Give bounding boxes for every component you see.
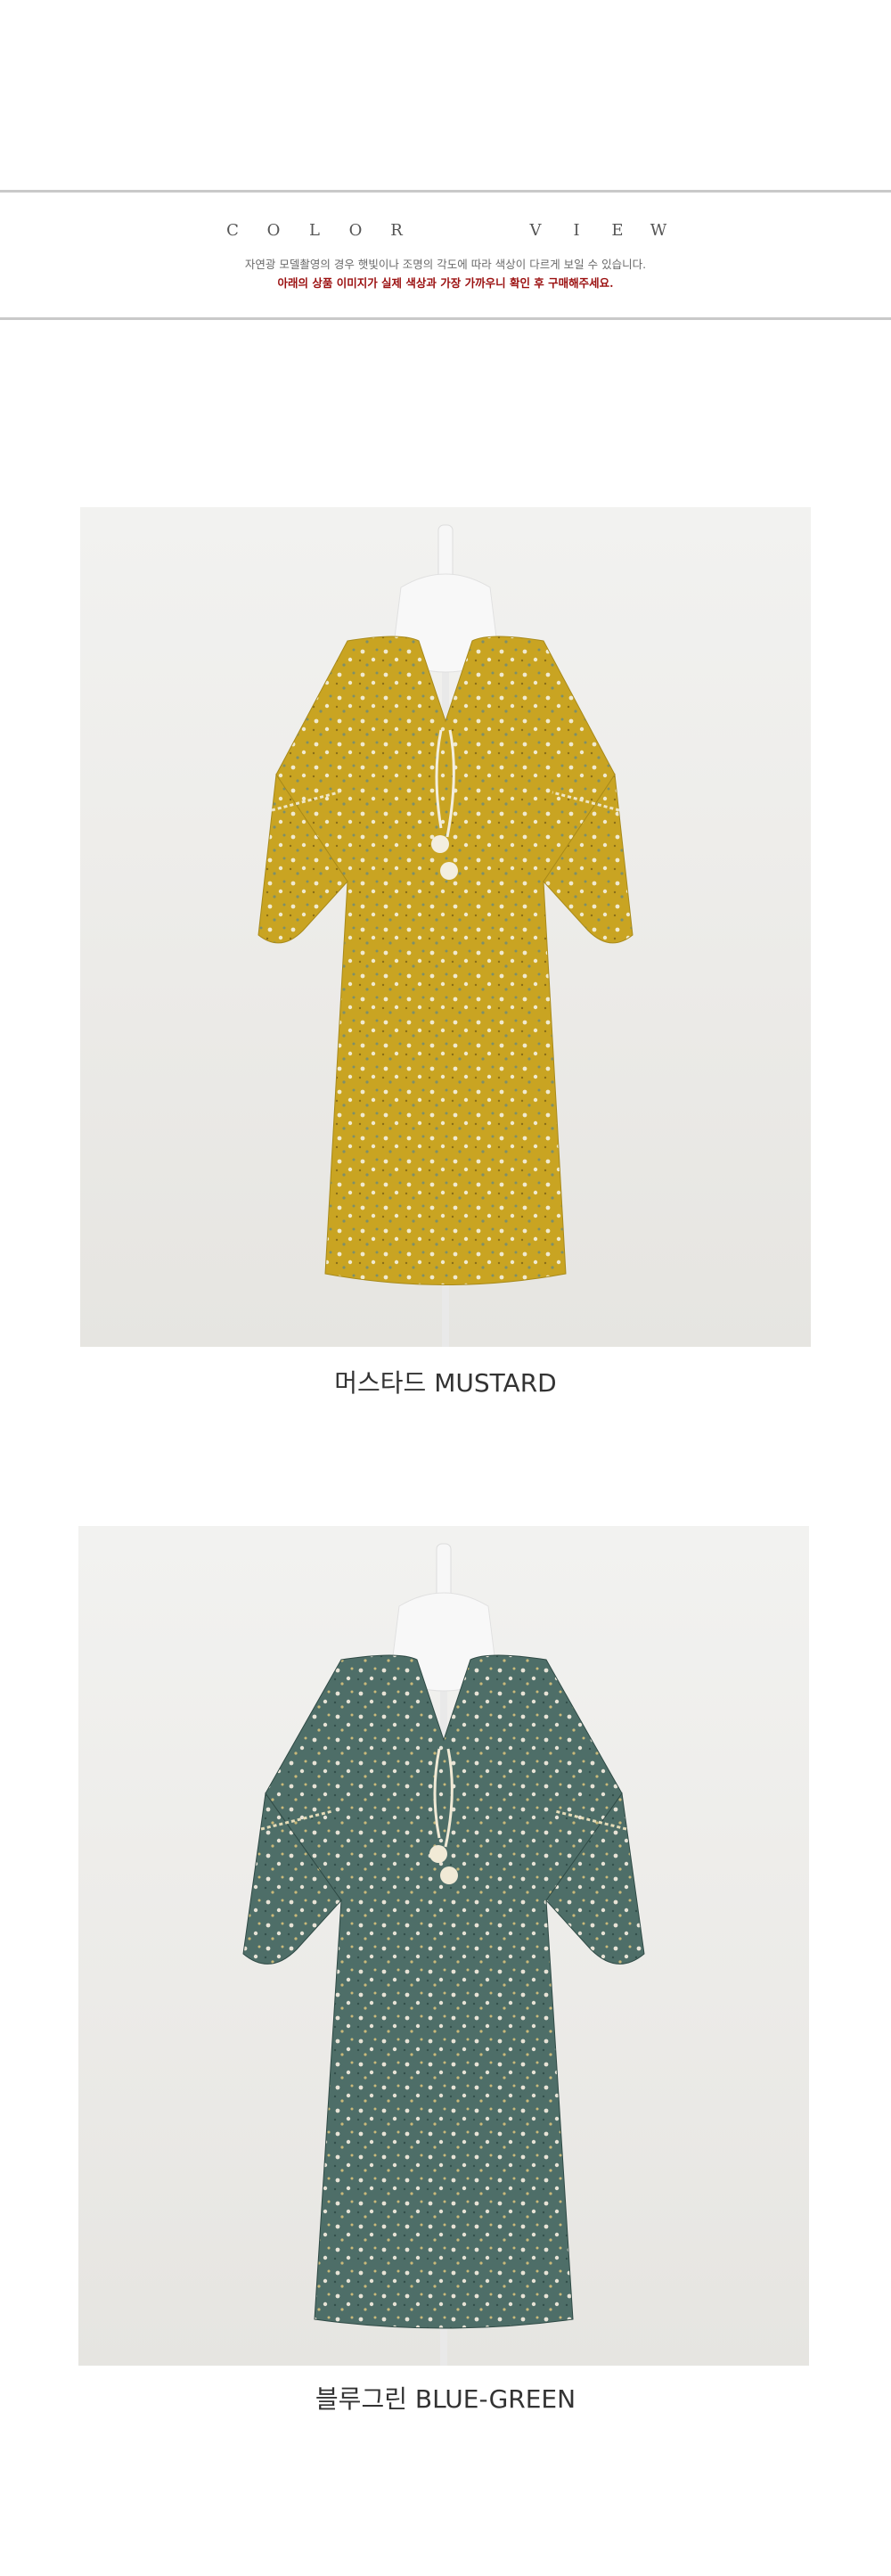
title-letter: V (529, 221, 542, 240)
dress-on-mannequin-image (242, 1543, 645, 2366)
product-caption: 블루그린 BLUE-GREEN (315, 2384, 576, 2414)
bottom-divider (0, 317, 891, 320)
color-notice: 자연광 모델촬영의 경우 햇빛이나 조명의 각도에 따라 색상이 다르게 보일 … (244, 258, 647, 271)
product-photo-mustard (80, 507, 811, 1347)
title-letter: C (226, 221, 239, 240)
top-divider (0, 190, 891, 193)
title-letter: O (348, 221, 363, 240)
product-caption: 머스타드 MUSTARD (334, 1368, 557, 1398)
product-photo-blue-green (78, 1526, 809, 2366)
title-letter: R (390, 221, 403, 240)
title-letter: W (650, 221, 667, 240)
title-letter: O (266, 221, 281, 240)
dress-on-mannequin-image (257, 524, 634, 1347)
title-letter: L (309, 221, 320, 240)
title-letter: I (573, 221, 580, 240)
color-view-title: COLORVIEW (0, 221, 891, 240)
color-notice-highlight: 아래의 상품 이미지가 실제 색상과 가장 가까우니 확인 후 구매해주세요. (277, 276, 614, 290)
title-letter: E (611, 221, 624, 240)
